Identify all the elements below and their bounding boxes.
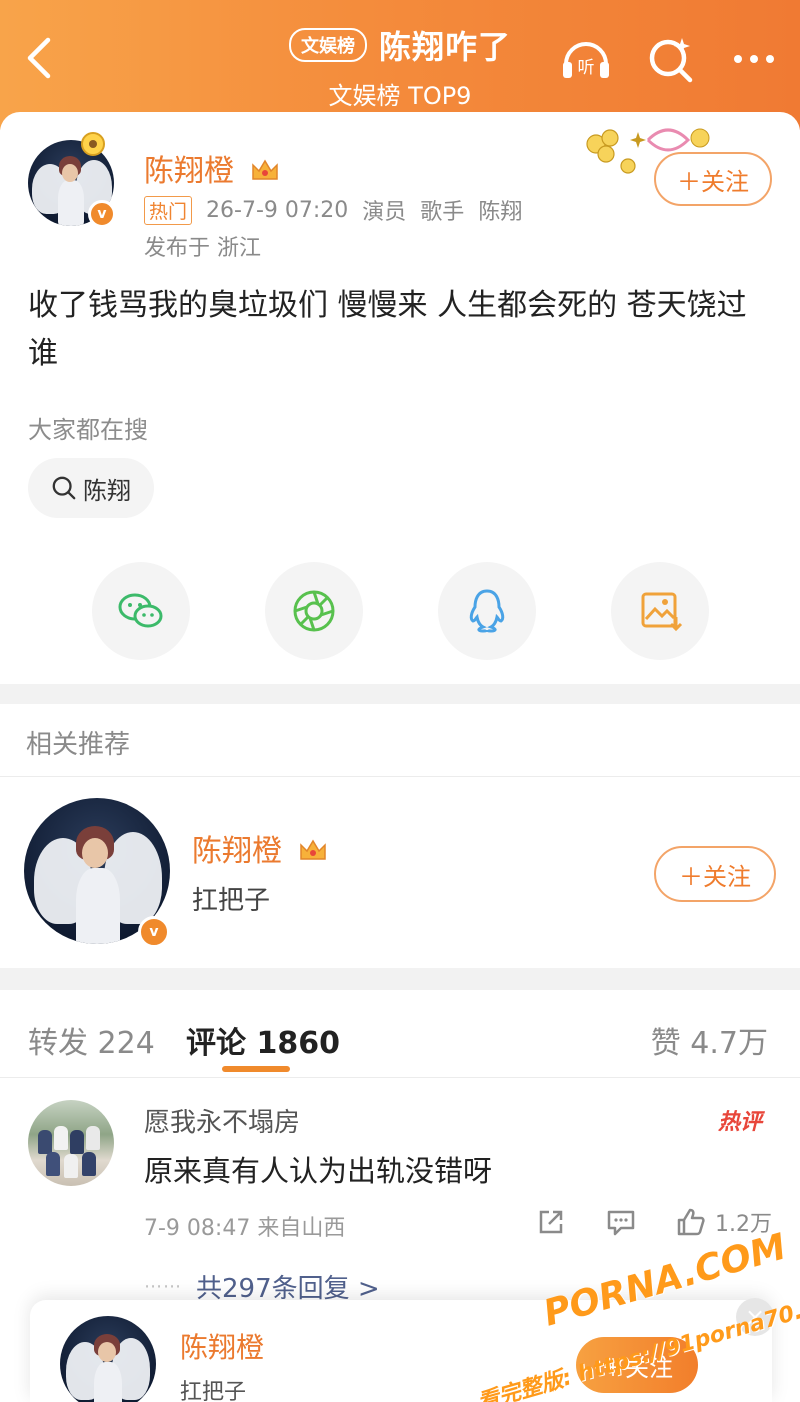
post-category-3: 陈翔 [478, 200, 523, 225]
popup-close-button[interactable]: × [736, 1298, 774, 1336]
tab-repost[interactable]: 转发 224 [28, 1018, 155, 1062]
verified-badge-icon: v [88, 200, 116, 228]
moments-icon [293, 590, 335, 632]
search-sparkle-icon [649, 38, 693, 83]
commenter-name[interactable]: 愿我永不塌房 [144, 1102, 300, 1139]
related-verified-badge-icon: v [138, 916, 170, 948]
more-dots-icon [734, 55, 774, 63]
wechat-icon [118, 593, 163, 628]
comment-actions: 1.2万 [535, 1206, 772, 1238]
related-name[interactable]: 陈翔橙 [192, 826, 328, 870]
reply-comment-button[interactable] [605, 1206, 637, 1238]
comment-text: 原来真有人认为出轨没错呀 [144, 1154, 493, 1188]
related-section: 相关推荐 v 陈翔橙 扛把子 ＋关注 [0, 704, 800, 968]
like-comment-button[interactable]: 1.2万 [675, 1206, 772, 1238]
related-title: 相关推荐 [26, 730, 131, 760]
everyone-searching-label: 大家都在搜 [28, 416, 148, 444]
tab-comment[interactable]: 评论 1860 [186, 1018, 340, 1062]
listen-label: 听 [578, 58, 595, 78]
search-chip[interactable]: 陈翔 [28, 458, 154, 518]
search-chip-label: 陈翔 [83, 476, 131, 505]
comment-tabs: 转发 224 评论 1860 赞 4.7万 [0, 990, 800, 1078]
comment-meta: 7-9 08:47 来自山西 [144, 1216, 346, 1241]
popup-subtitle: 扛把子 [180, 1380, 247, 1402]
top-header: 文娱榜 陈翔咋了 文娱榜 TOP9 听 [0, 0, 800, 130]
save-image-icon [641, 592, 683, 632]
save-image-button[interactable] [611, 562, 709, 660]
qq-icon [469, 589, 505, 633]
search-icon [52, 476, 76, 500]
listen-button[interactable]: 听 [558, 34, 614, 84]
post-location: 发布于 浙江 [144, 236, 261, 261]
post-time: 26-7-9 07:20 [206, 197, 349, 223]
post-card: v 陈翔橙 热门 26-7-9 07:20 演员 歌手 陈翔 发布于 浙江 ＋关… [0, 112, 800, 684]
follow-button[interactable]: ＋关注 [654, 152, 772, 206]
more-button[interactable] [726, 34, 782, 84]
search-button[interactable] [642, 34, 698, 84]
tab-like[interactable]: 赞 4.7万 [651, 1018, 768, 1062]
thumbs-up-icon [677, 1208, 705, 1236]
commenter-avatar[interactable] [28, 1100, 114, 1186]
repost-comment-button[interactable] [535, 1206, 567, 1238]
post-category-1: 演员 [362, 200, 407, 225]
post-category-2: 歌手 [420, 200, 465, 225]
share-out-icon [539, 1210, 563, 1234]
active-tab-indicator [222, 1066, 290, 1072]
entertainment-list-badge: 文娱榜 [288, 28, 367, 62]
replies-dots: ⋯⋯ [144, 1276, 182, 1297]
headphones-icon: 听 [563, 42, 609, 78]
comment-icon [607, 1210, 635, 1236]
divider [0, 776, 800, 777]
share-moments-button[interactable] [265, 562, 363, 660]
post-content: 收了钱骂我的臭垃圾们 慢慢来 人生都会死的 苍天饶过谁 [28, 288, 747, 371]
popup-name[interactable]: 陈翔橙 [180, 1326, 264, 1366]
share-wechat-button[interactable] [92, 562, 190, 660]
author-name[interactable]: 陈翔橙 [144, 146, 280, 190]
related-subtitle: 扛把子 [192, 886, 271, 916]
post-meta: 热门 26-7-9 07:20 演员 歌手 陈翔 [144, 194, 522, 226]
pendant-icon [81, 132, 105, 156]
popup-follow-button[interactable]: ＋关注 [576, 1337, 698, 1393]
crown-icon [299, 839, 326, 860]
comment-like-count: 1.2万 [715, 1212, 772, 1237]
hot-review-badge: 热评 [718, 1110, 763, 1135]
page-title: 陈翔咋了 [378, 28, 511, 66]
crown-icon [251, 159, 278, 180]
related-follow-button[interactable]: ＋关注 [654, 846, 776, 902]
share-qq-button[interactable] [438, 562, 536, 660]
hot-tag: 热门 [144, 195, 193, 225]
popup-avatar[interactable] [60, 1316, 156, 1402]
